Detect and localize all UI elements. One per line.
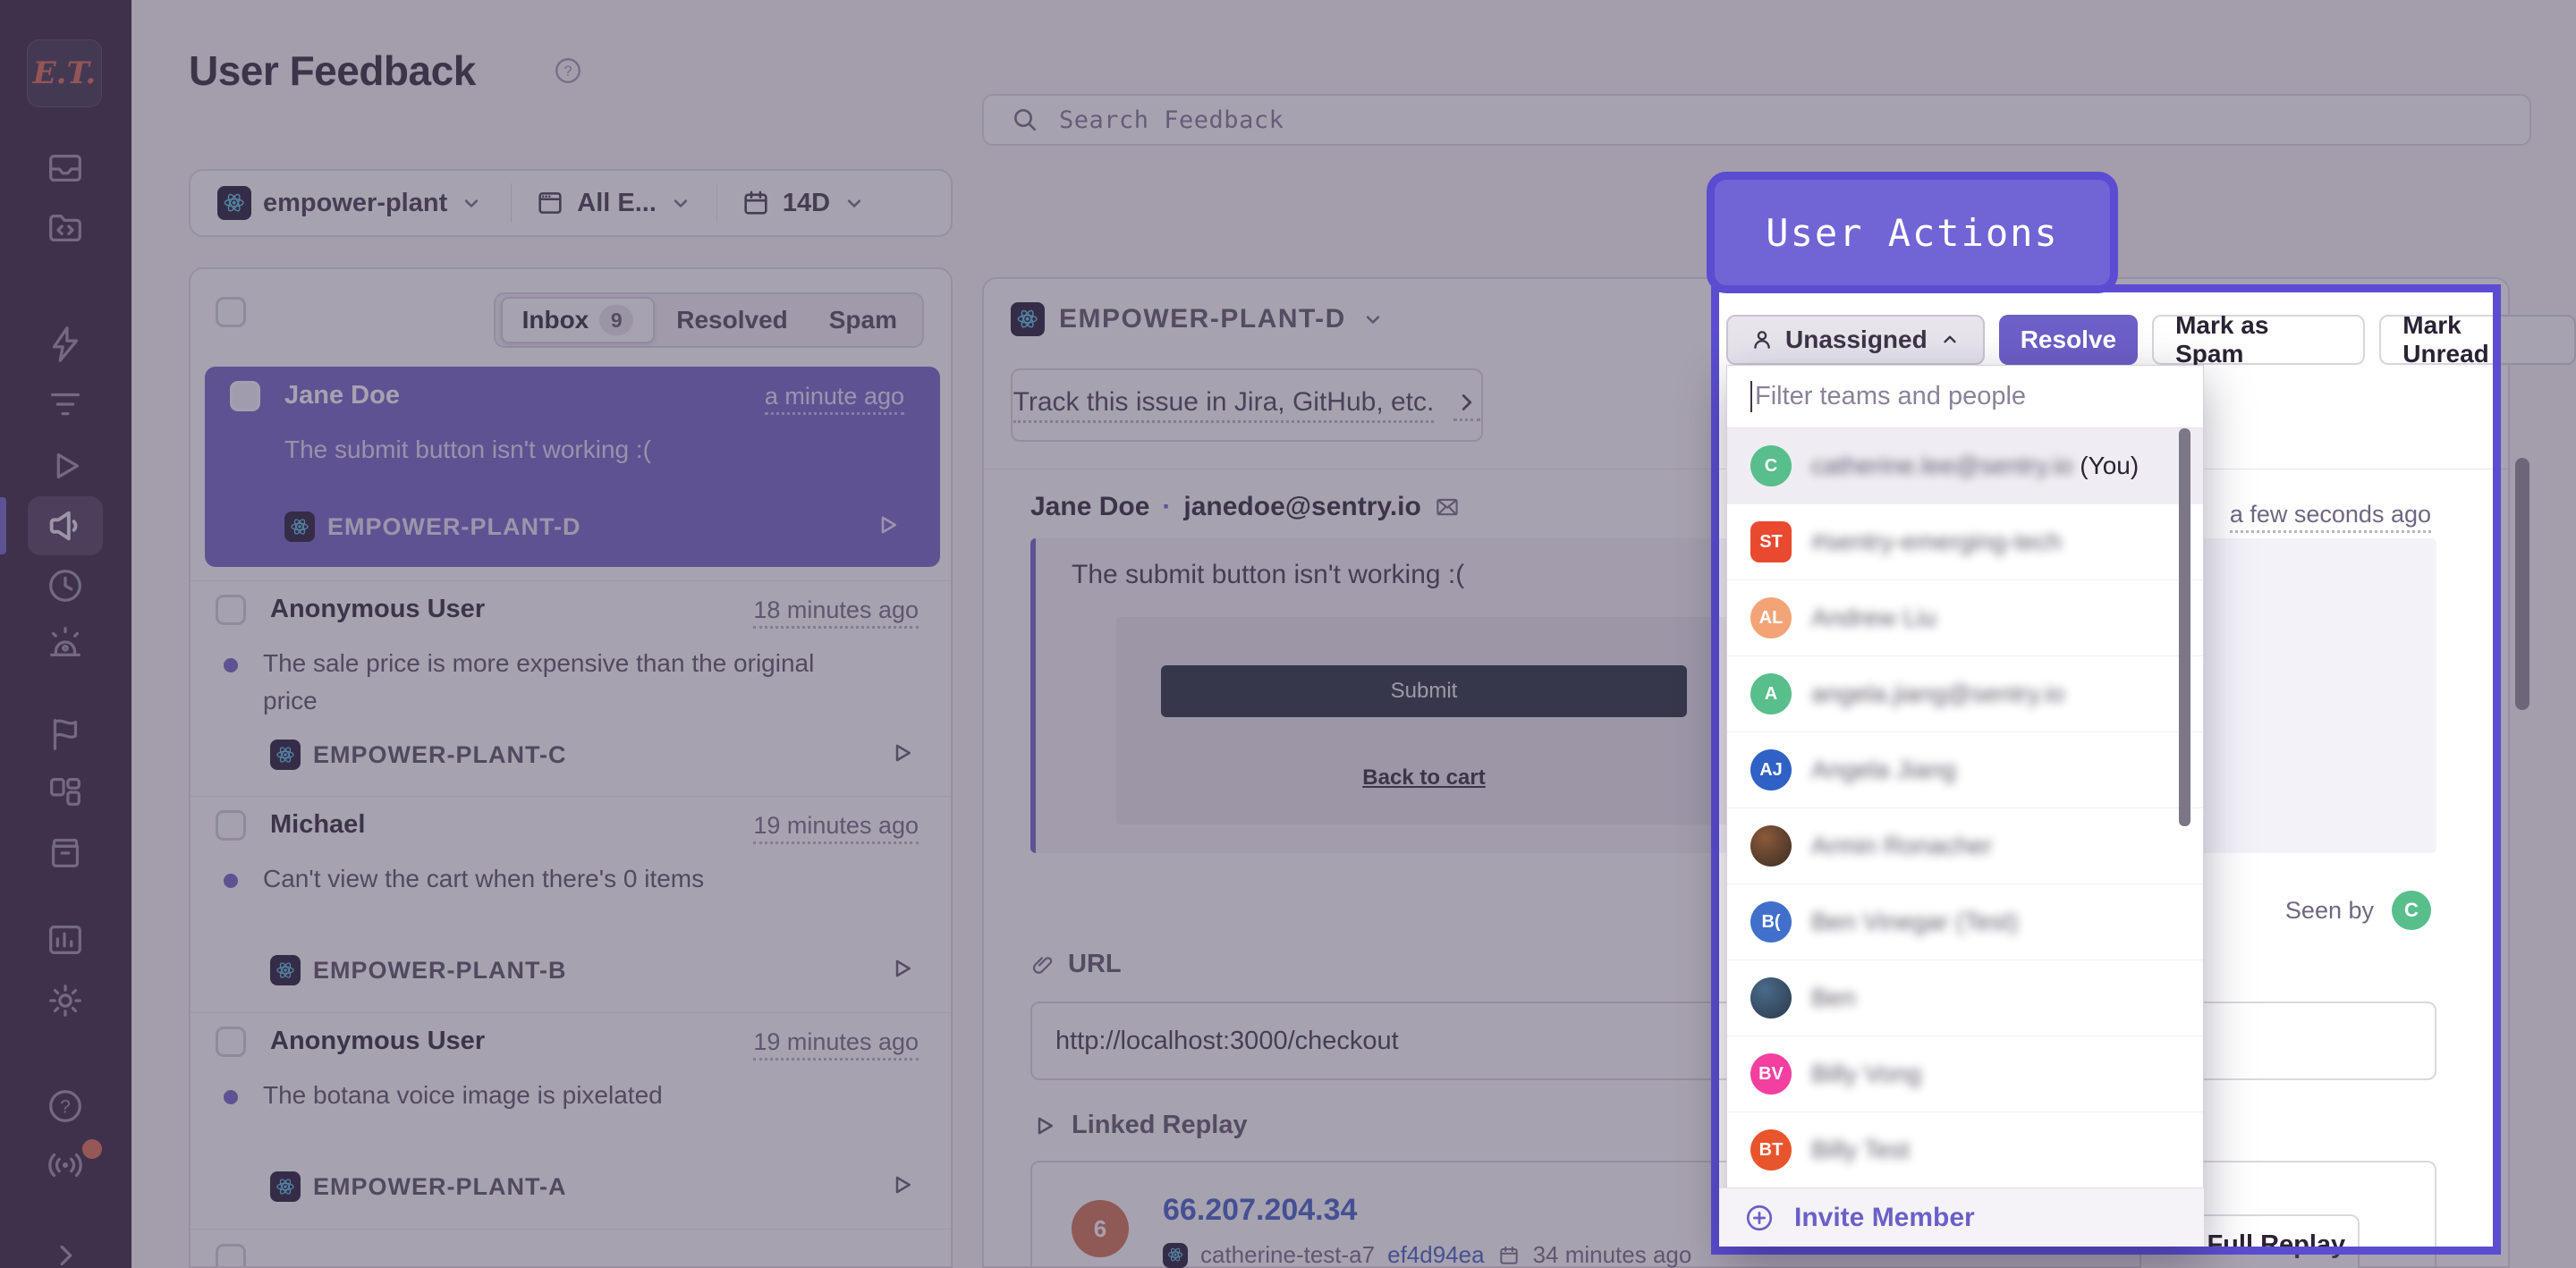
member-name: Billy Test <box>1811 1136 1910 1164</box>
member-photo-avatar <box>1750 825 1792 866</box>
assignee-option[interactable]: BV Billy Vong <box>1727 1036 2203 1112</box>
member-avatar: AL <box>1750 597 1792 638</box>
member-avatar: BT <box>1750 1129 1792 1171</box>
assignee-option[interactable]: B( Ben Vinegar (Test) <box>1727 884 2203 960</box>
assignee-option[interactable]: Ccatherine.lee@sentry.io (You) <box>1727 428 2203 504</box>
dim-overlay-right <box>2501 284 2576 1255</box>
assignee-option[interactable]: AL Andrew Liu <box>1727 580 2203 656</box>
assignee-dropdown: Ccatherine.lee@sentry.io (You) ST #sentry-… <box>1726 365 2204 1247</box>
member-avatar: B( <box>1750 901 1792 943</box>
member-name: #sentry-emerging-tech <box>1811 528 2062 556</box>
user-actions-tab: User Actions <box>1707 172 2118 293</box>
assignee-option[interactable]: Ben <box>1727 960 2203 1036</box>
dim-overlay-top <box>0 0 2576 284</box>
app-root: E.T. ? User Feedback ? empower-plant All… <box>0 0 2576 1268</box>
assignee-filter-input[interactable] <box>1750 381 2180 412</box>
member-name: catherine.lee@sentry.io (You) <box>1811 452 2139 480</box>
assignee-option[interactable]: BT Billy Test <box>1727 1112 2203 1188</box>
member-avatar: C <box>1750 445 1792 486</box>
member-avatar: BV <box>1750 1053 1792 1095</box>
dim-overlay-bottom <box>0 1255 2576 1268</box>
assignee-filter-field[interactable] <box>1727 366 2203 428</box>
member-name: Armin Ronacher <box>1811 832 1992 860</box>
assignee-option[interactable]: AJ Angela Jiang <box>1727 732 2203 808</box>
assignee-option[interactable]: Armin Ronacher <box>1727 808 2203 884</box>
member-photo-avatar <box>1750 977 1792 1019</box>
member-name: Ben <box>1811 984 1856 1012</box>
member-avatar: ST <box>1750 521 1792 562</box>
dropdown-scrollbar[interactable] <box>2179 428 2190 826</box>
member-avatar: AJ <box>1750 749 1792 790</box>
dim-overlay-left <box>0 284 1711 1255</box>
assignee-option[interactable]: Aangela.jiang@sentry.io <box>1727 656 2203 732</box>
member-name: Angela Jiang <box>1811 756 1956 784</box>
member-name: angela.jiang@sentry.io <box>1811 680 2064 708</box>
member-name: Billy Vong <box>1811 1060 1921 1088</box>
member-avatar: A <box>1750 673 1792 714</box>
invite-member-row[interactable]: Invite Member <box>1719 1188 2204 1247</box>
invite-member-label: Invite Member <box>1794 1203 1975 1233</box>
member-name: Andrew Liu <box>1811 604 1936 632</box>
assignee-option[interactable]: ST #sentry-emerging-tech <box>1727 504 2203 580</box>
plus-circle-icon <box>1744 1203 1775 1233</box>
member-name: Ben Vinegar (Test) <box>1811 908 2018 936</box>
